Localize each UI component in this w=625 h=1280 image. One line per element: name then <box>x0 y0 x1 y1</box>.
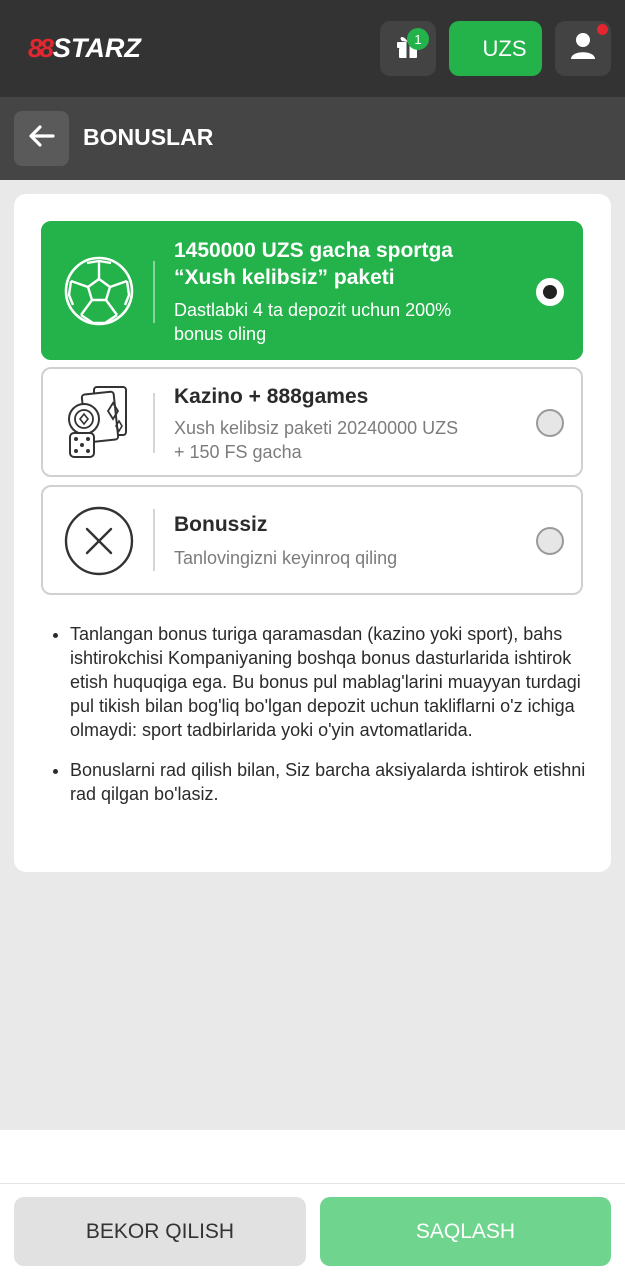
note-item: Tanlangan bonus turiga qaramasdan (kazin… <box>52 622 592 742</box>
arrow-left-icon <box>28 125 55 152</box>
logo[interactable]: 88 STARZ <box>28 30 141 66</box>
option-divider <box>153 261 155 323</box>
logo-word: STARZ <box>52 32 141 63</box>
currency-button[interactable]: UZS <box>449 21 542 76</box>
radio-unselected[interactable] <box>536 409 564 437</box>
option-title: Bonussiz <box>174 513 268 536</box>
save-button[interactable]: SAQLASH <box>320 1197 611 1266</box>
notification-dot <box>597 24 608 35</box>
radio-selected[interactable] <box>536 278 564 306</box>
gift-count-badge: 1 <box>407 28 429 50</box>
option-title: 1450000 UZS gacha sportga “Xush kelibsiz… <box>174 239 453 289</box>
option-divider <box>153 393 155 453</box>
option-description: Tanlovingizni keyinroq qiling <box>174 548 398 568</box>
option-description: Dastlabki 4 ta depozit uchun 200% bonus … <box>174 300 452 344</box>
radio-unselected[interactable] <box>536 527 564 555</box>
logo-mark: 88 <box>28 32 54 63</box>
note-item: Bonuslarni rad qilish bilan, Siz barcha … <box>52 758 592 806</box>
bonus-option-casino[interactable]: Kazino + 888games Xush kelibsiz paketi 2… <box>41 367 583 477</box>
casino-icon <box>61 385 137 461</box>
bonus-option-none[interactable]: Bonussiz Tanlovingizni keyinroq qiling <box>41 485 583 595</box>
bonus-notes: Tanlangan bonus turiga qaramasdan (kazin… <box>52 622 592 822</box>
football-icon <box>61 253 137 329</box>
bonus-option-sport[interactable]: 1450000 UZS gacha sportga “Xush kelibsiz… <box>41 221 583 360</box>
cancel-button[interactable]: BEKOR QILISH <box>14 1197 306 1266</box>
page-title: BONUSLAR <box>83 124 214 150</box>
option-description: Xush kelibsiz paketi 20240000 UZS + 150 … <box>174 418 459 462</box>
option-divider <box>153 509 155 571</box>
option-title: Kazino + 888games <box>174 385 369 408</box>
gift-button[interactable] <box>380 21 436 76</box>
user-icon <box>569 31 597 66</box>
back-button[interactable] <box>14 111 69 166</box>
no-bonus-icon <box>61 503 137 579</box>
footer-divider <box>0 1183 625 1184</box>
